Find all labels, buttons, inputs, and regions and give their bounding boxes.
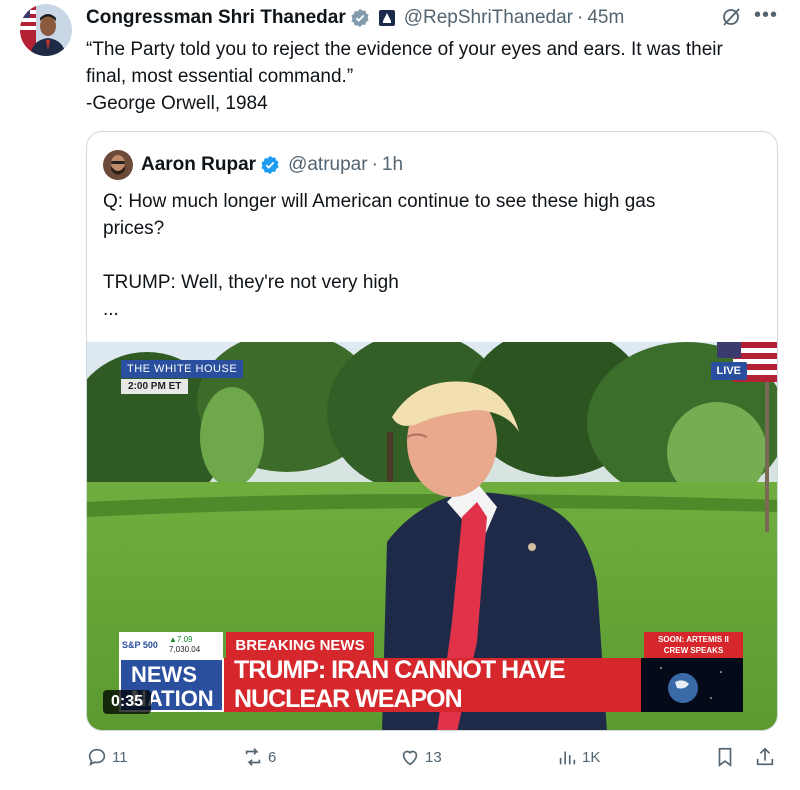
tweet-actions: 11 6 13 1K (86, 746, 782, 776)
soon-label: SOON: ARTEMIS II CREW SPEAKS (644, 632, 743, 658)
verified-badge-icon[interactable] (260, 155, 280, 175)
ticker-change: ▲7.09 (169, 635, 193, 644)
ticker-values: ▲7.09 7,030.04 (169, 635, 200, 655)
quoted-author-handle[interactable]: @atrupar (288, 154, 368, 176)
reply-button[interactable]: 11 (86, 746, 128, 768)
ticker-name: S&P 500 (122, 640, 158, 650)
quoted-text-line (103, 242, 743, 269)
verified-badge-icon[interactable] (350, 8, 370, 28)
quoted-text-line: prices? (103, 218, 165, 239)
government-badge-icon[interactable] (378, 9, 396, 27)
breaking-news-label: BREAKING NEWS (226, 632, 374, 658)
location-label: THE WHITE HOUSE (121, 360, 244, 378)
quoted-author-name[interactable]: Aaron Rupar (141, 154, 256, 176)
quoted-tweet[interactable]: Aaron Rupar @atrupar · 1h Q: How much lo… (86, 131, 778, 731)
tweet-time[interactable]: 45m (587, 7, 624, 29)
repost-icon (245, 748, 261, 766)
quoted-text-line: Q: How much longer will American continu… (103, 191, 656, 212)
tweet-text: “The Party told you to reject the eviden… (86, 36, 786, 117)
ticker-value: 7,030.04 (169, 645, 201, 654)
soon-label-line: CREW SPEAKS (663, 646, 724, 655)
views-button[interactable]: 1K (556, 746, 600, 768)
tweet-text-line: -George Orwell, 1984 (86, 93, 268, 114)
views-icon (559, 751, 576, 765)
quoted-author-avatar[interactable] (103, 150, 133, 180)
broadcast-time-label: 2:00 PM ET (121, 379, 189, 394)
separator-dot: · (577, 7, 584, 28)
logo-line-1: NEWS (131, 662, 197, 687)
share-button[interactable] (754, 746, 780, 768)
reply-icon (88, 748, 106, 767)
stock-ticker: S&P 500 ▲7.09 7,030.04 (119, 632, 223, 658)
news-headline: TRUMP: IRAN CANNOT HAVE NUCLEAR WEAPON (224, 656, 641, 713)
quoted-text-line: TRUMP: Well, they're not very high (103, 272, 399, 293)
tweet-text-line: final, most essential command.” (86, 66, 354, 87)
quoted-tweet-header: Aaron Rupar @atrupar · 1h (103, 150, 403, 180)
author-handle[interactable]: @RepShriThanedar (404, 7, 573, 29)
bookmark-button[interactable] (714, 746, 740, 768)
tweet-header: Congressman Shri Thanedar @RepShriThaned… (86, 5, 782, 31)
like-icon (402, 750, 418, 766)
author-avatar[interactable] (20, 4, 72, 56)
live-badge: LIVE (710, 362, 747, 380)
earth-thumbnail (641, 658, 743, 712)
share-icon (756, 747, 774, 766)
grok-icon[interactable] (720, 6, 742, 28)
quoted-text-line: ... (103, 299, 119, 320)
like-button[interactable]: 13 (399, 746, 442, 768)
quoted-tweet-time[interactable]: 1h (382, 154, 403, 176)
bookmark-icon (718, 747, 732, 767)
repost-count: 6 (268, 748, 277, 766)
video-duration: 0:35 (103, 690, 152, 714)
reply-count: 11 (112, 748, 128, 766)
soon-label-line: SOON: ARTEMIS II (658, 635, 729, 644)
separator-dot: · (371, 154, 378, 175)
like-count: 13 (425, 748, 442, 766)
author-name[interactable]: Congressman Shri Thanedar (86, 7, 346, 29)
repost-button[interactable]: 6 (242, 746, 276, 768)
video-player[interactable]: THE WHITE HOUSE 2:00 PM ET LIVE S&P 500 … (87, 342, 777, 730)
more-icon[interactable]: ••• (754, 4, 778, 27)
views-count: 1K (582, 748, 601, 766)
tweet-text-line: “The Party told you to reject the eviden… (86, 39, 723, 60)
quoted-tweet-text: Q: How much longer will American continu… (103, 188, 743, 323)
